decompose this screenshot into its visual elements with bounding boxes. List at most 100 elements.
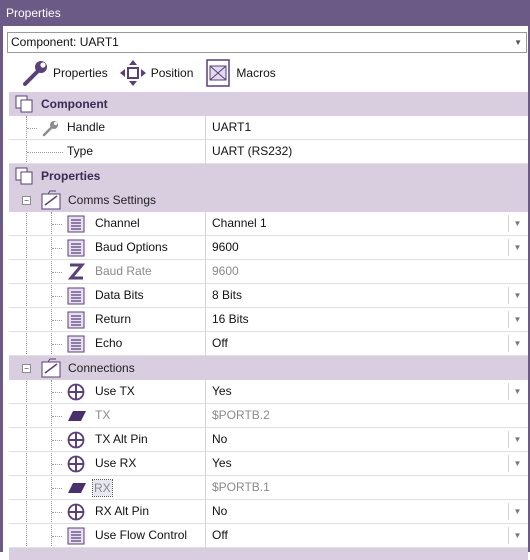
property-tx-alt-pin[interactable]: TX Alt Pin No ▼ [9,428,528,452]
wrench-icon [23,61,47,86]
property-grid: Component Handle UART1 Type UART (RS232)… [9,92,528,560]
group-title: Connections [68,361,135,375]
group-connections[interactable]: − Connections [9,356,528,380]
property-name: RX Alt Pin [95,504,150,518]
property-rx-alt-pin[interactable]: RX Alt Pin No ▼ [9,500,528,524]
chevron-down-icon[interactable]: ▼ [508,215,526,232]
window-title: Properties [0,0,530,26]
list-icon [67,215,85,233]
component-selector-value: Component: UART1 [11,35,119,49]
tree-branch [52,320,62,321]
property-name: Type [67,144,94,158]
property-value[interactable]: No ▼ [205,500,528,524]
property-value[interactable]: 9600 ▼ [205,236,528,260]
property-rx[interactable]: RX $PORTB.1 [9,476,528,500]
component-selector[interactable]: Component: UART1 ▼ [7,32,527,53]
group-title: Comms Settings [68,193,157,207]
list-icon [67,527,85,545]
property-name: TX Alt Pin [95,432,148,446]
chevron-down-icon[interactable]: ▼ [514,33,522,52]
value-text: Yes [212,384,232,398]
property-use-tx[interactable]: Use TX Yes ▼ [9,380,528,404]
property-value[interactable]: 16 Bits ▼ [205,308,528,332]
property-type[interactable]: Type UART (RS232) [9,140,528,164]
value-text: Off [212,336,228,350]
macros-button[interactable]: Macros [203,58,276,88]
property-value[interactable]: Off ▼ [205,524,528,548]
tree-branch [52,272,62,273]
chevron-down-icon[interactable]: ▼ [508,383,526,400]
property-baud-options[interactable]: Baud Options 9600 ▼ [9,236,528,260]
chevron-down-icon[interactable]: ▼ [508,335,526,352]
tree-branch [27,128,37,129]
list-icon [67,239,85,257]
pages-icon [15,95,33,113]
property-use-rx[interactable]: Use RX Yes ▼ [9,452,528,476]
property-value: $PORTB.2 [205,404,528,428]
property-handle[interactable]: Handle UART1 [9,116,528,140]
crosshair-icon [67,455,85,473]
property-name: TX [95,408,111,422]
property-tx: TX $PORTB.2 [9,404,528,428]
category-component-title: Component [41,97,108,111]
value-text: Off [212,528,228,542]
tree-branch [27,152,63,153]
properties-button[interactable]: Properties [20,58,108,88]
category-component[interactable]: Component [9,92,528,116]
property-name: Handle [67,120,106,134]
pin-icon [68,483,86,493]
value-text: Channel 1 [212,216,267,230]
chevron-down-icon[interactable]: ▼ [508,431,526,448]
chevron-down-icon[interactable]: ▼ [508,311,526,328]
property-data-bits[interactable]: Data Bits 8 Bits ▼ [9,284,528,308]
list-icon [67,311,85,329]
move-icon [119,60,146,86]
property-name: Echo [95,336,123,350]
property-use-flow-control[interactable]: Use Flow Control Off ▼ [9,524,528,548]
chevron-down-icon[interactable]: ▼ [508,239,526,256]
value-text: 9600 [212,240,239,254]
minus-icon[interactable]: − [22,196,31,205]
category-properties-title: Properties [41,169,101,183]
folder-icon [41,190,61,210]
property-channel[interactable]: Channel Channel 1 ▼ [9,212,528,236]
property-name: Baud Rate [95,264,152,278]
group-partial [9,548,528,560]
property-value[interactable]: UART1 [205,116,528,140]
property-value[interactable]: Channel 1 ▼ [205,212,528,236]
property-return[interactable]: Return 16 Bits ▼ [9,308,528,332]
property-name: Channel [95,216,140,230]
property-name: Return [95,312,132,326]
chevron-down-icon[interactable]: ▼ [508,287,526,304]
chevron-down-icon[interactable]: ▼ [508,527,526,544]
chevron-down-icon[interactable]: ▼ [508,503,526,520]
property-value[interactable]: No ▼ [205,428,528,452]
property-value: UART (RS232) [205,140,528,164]
property-baud-rate: Baud Rate 9600 [9,260,528,284]
pages-icon [15,167,33,185]
group-comms-settings[interactable]: − Comms Settings [9,188,528,212]
crosshair-icon [67,383,85,401]
tree-branch [52,248,62,249]
position-button[interactable]: Position [118,58,193,88]
tree-branch [52,416,62,417]
property-value: $PORTB.1 [205,476,528,500]
macros-icon [206,59,231,87]
tree-branch [52,488,62,489]
property-name: Use RX [95,456,137,470]
property-echo[interactable]: Echo Off ▼ [9,332,528,356]
chevron-down-icon[interactable]: ▼ [508,455,526,472]
value-text: No [212,432,228,446]
value-text: Yes [212,456,232,470]
category-properties[interactable]: Properties [9,164,528,188]
property-value[interactable]: Off ▼ [205,332,528,356]
tree-branch [52,392,62,393]
tree-branch [52,344,62,345]
property-value[interactable]: Yes ▼ [205,380,528,404]
minus-icon[interactable]: − [22,364,31,373]
property-value[interactable]: Yes ▼ [205,452,528,476]
property-value[interactable]: 8 Bits ▼ [205,284,528,308]
crosshair-icon [67,503,85,521]
property-name: Use TX [95,384,135,398]
tree-branch [52,296,62,297]
